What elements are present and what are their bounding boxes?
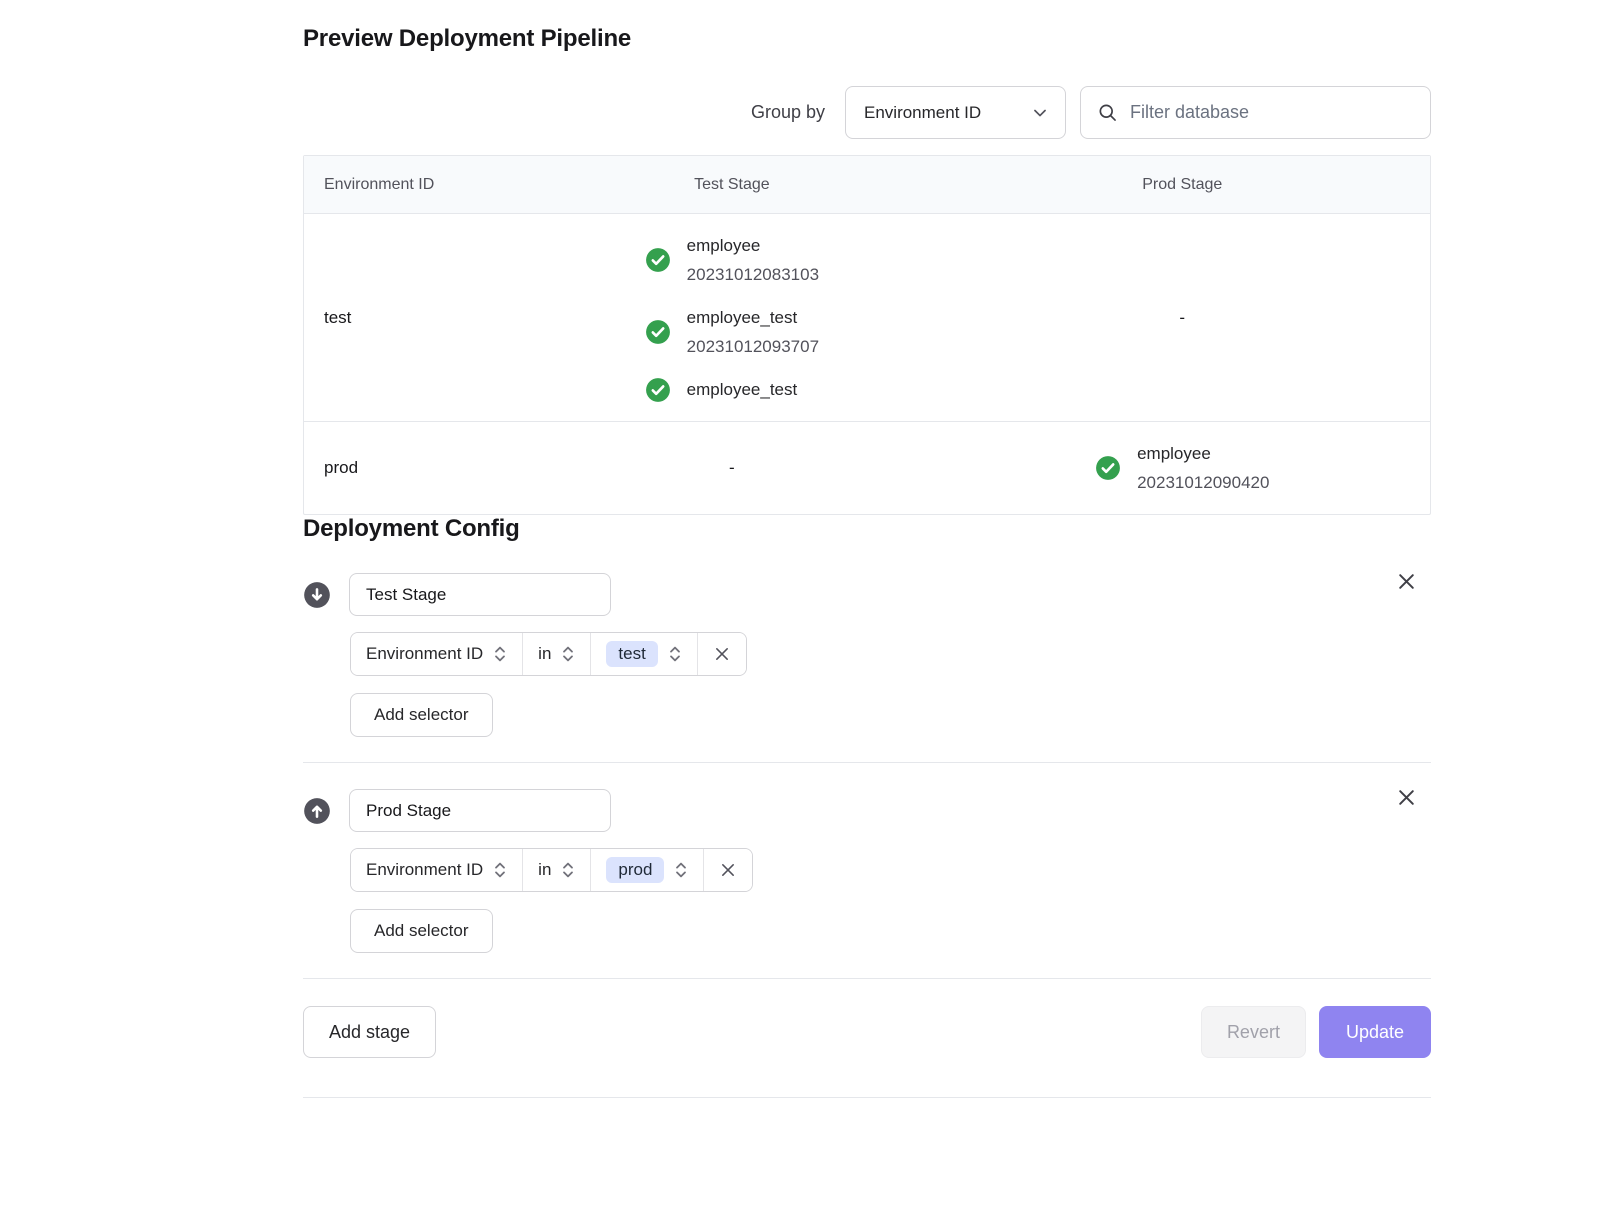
remove-stage-button[interactable] (1392, 567, 1421, 596)
environment-cell: prod (304, 422, 529, 514)
test-stage-cell: - (529, 422, 934, 514)
revert-button[interactable]: Revert (1201, 1006, 1306, 1058)
table-row-test: test employee 20231012083103 employee_te… (304, 214, 1430, 422)
stage-name-input[interactable] (349, 789, 611, 832)
task-item[interactable]: employee 20231012090420 (1095, 439, 1269, 497)
prod-stage-cell: - (935, 214, 1430, 421)
chevrons-up-down-icon (561, 645, 575, 663)
stage-config-prod: Environment ID in prod Add selector (303, 789, 1431, 953)
task-database: employee (1137, 439, 1269, 468)
group-by-select[interactable]: Environment ID (845, 86, 1066, 139)
x-icon (713, 645, 731, 663)
add-selector-button[interactable]: Add selector (350, 693, 493, 737)
remove-selector-button[interactable] (698, 633, 746, 675)
task-version: 20231012093707 (687, 332, 819, 361)
task-version: 20231012090420 (1137, 468, 1269, 497)
chevrons-up-down-icon (493, 861, 507, 879)
task-item[interactable]: employee_test (645, 375, 798, 404)
selector-operator-select[interactable]: in (523, 849, 591, 891)
selector-values-select[interactable]: test (591, 633, 697, 675)
add-selector-button[interactable]: Add selector (350, 909, 493, 953)
deployment-page: Preview Deployment Pipeline Group by Env… (303, 25, 1431, 1098)
stage-header (303, 789, 1431, 832)
selector-values-select[interactable]: prod (591, 849, 704, 891)
selector-field-value: Environment ID (366, 860, 483, 880)
arrow-up-circle-icon (303, 797, 331, 825)
chevrons-up-down-icon (493, 645, 507, 663)
pipeline-table: Environment ID Test Stage Prod Stage tes… (303, 155, 1431, 515)
task-item[interactable]: employee 20231012083103 (645, 231, 819, 289)
stage-config-test: Environment ID in test Add selector (303, 573, 1431, 737)
empty-stage-dash: - (729, 458, 735, 478)
chevrons-up-down-icon (674, 861, 688, 879)
selector-value-badge: test (606, 641, 657, 667)
page-title: Preview Deployment Pipeline (303, 25, 1431, 53)
stage-divider (303, 978, 1431, 979)
task-item[interactable]: employee_test 20231012093707 (645, 303, 819, 361)
bottom-divider (303, 1097, 1431, 1098)
update-button[interactable]: Update (1319, 1006, 1431, 1058)
task-database: employee_test (687, 375, 798, 404)
add-stage-button[interactable]: Add stage (303, 1006, 436, 1058)
task-list: employee 20231012083103 employee_test 20… (645, 214, 819, 421)
filter-database-field (1080, 86, 1431, 139)
column-prod-stage: Prod Stage (935, 156, 1430, 213)
stage-name-input[interactable] (349, 573, 611, 616)
check-circle-icon (645, 319, 671, 345)
test-stage-cell: employee 20231012083103 employee_test 20… (529, 214, 934, 421)
filter-database-input[interactable] (1128, 101, 1416, 124)
chevrons-up-down-icon (561, 861, 575, 879)
selector-operator-value: in (538, 644, 551, 664)
selector-value-badge: prod (606, 857, 664, 883)
column-test-stage: Test Stage (529, 156, 934, 213)
group-by-label: Group by (751, 102, 825, 123)
chevron-down-icon (1031, 104, 1049, 122)
selector-operator-value: in (538, 860, 551, 880)
task-texts: employee_test (687, 375, 798, 404)
selector-field-select[interactable]: Environment ID (351, 633, 523, 675)
selector-rule: Environment ID in prod (350, 848, 753, 892)
group-by-value: Environment ID (864, 103, 981, 123)
empty-stage-dash: - (1179, 308, 1185, 328)
selector-field-select[interactable]: Environment ID (351, 849, 523, 891)
task-texts: employee 20231012090420 (1137, 439, 1269, 497)
selector-rule: Environment ID in test (350, 632, 747, 676)
search-icon (1097, 102, 1118, 123)
selector-operator-select[interactable]: in (523, 633, 591, 675)
x-icon (1396, 787, 1417, 808)
task-texts: employee_test 20231012093707 (687, 303, 819, 361)
arrow-down-circle-icon (303, 581, 331, 609)
stage-divider (303, 762, 1431, 763)
footer-actions: Add stage Revert Update (303, 1006, 1431, 1058)
stage-header (303, 573, 1431, 616)
prod-stage-cell: employee 20231012090420 (935, 422, 1430, 514)
table-row-prod: prod - employee 20231012090420 (304, 422, 1430, 514)
x-icon (1396, 571, 1417, 592)
check-circle-icon (1095, 455, 1121, 481)
selector-field-value: Environment ID (366, 644, 483, 664)
remove-selector-button[interactable] (704, 849, 752, 891)
environment-cell: test (304, 214, 529, 421)
check-circle-icon (645, 247, 671, 273)
task-version: 20231012083103 (687, 260, 819, 289)
x-icon (719, 861, 737, 879)
task-texts: employee 20231012083103 (687, 231, 819, 289)
task-database: employee_test (687, 303, 819, 332)
remove-stage-button[interactable] (1392, 783, 1421, 812)
column-environment-id: Environment ID (304, 156, 529, 213)
task-database: employee (687, 231, 819, 260)
pipeline-toolbar: Group by Environment ID (303, 86, 1431, 139)
pipeline-table-header: Environment ID Test Stage Prod Stage (304, 156, 1430, 214)
task-list: employee 20231012090420 (1095, 422, 1269, 514)
deployment-config-title: Deployment Config (303, 515, 1431, 543)
chevrons-up-down-icon (668, 645, 682, 663)
check-circle-icon (645, 377, 671, 403)
